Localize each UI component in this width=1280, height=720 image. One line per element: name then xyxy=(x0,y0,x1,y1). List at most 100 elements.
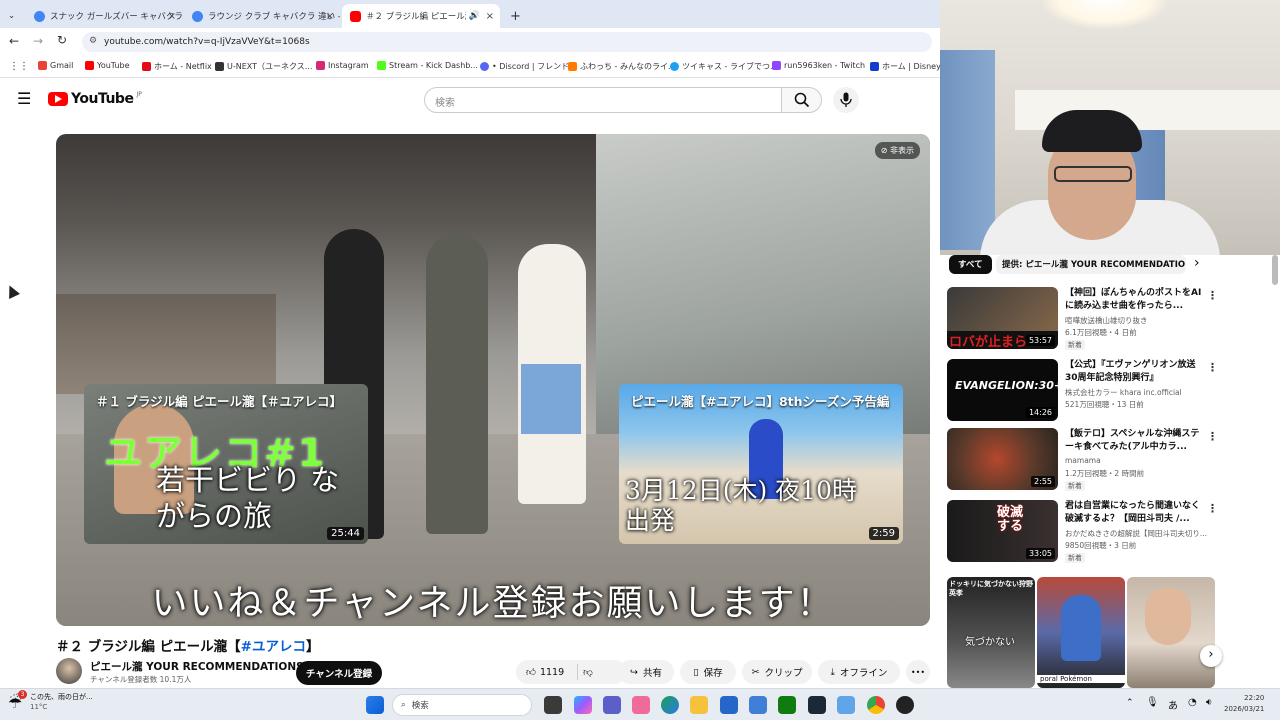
video-thumbnail: 破滅する 33:05 xyxy=(947,500,1058,562)
site-info-icon[interactable]: ⚙ xyxy=(89,36,97,46)
forward-icon[interactable]: → xyxy=(33,34,43,48)
app-icon[interactable] xyxy=(632,696,650,714)
system-clock[interactable]: 22:20 2026/03/21 xyxy=(1224,693,1264,715)
close-tab-icon[interactable]: × xyxy=(486,11,494,22)
teams-icon[interactable] xyxy=(603,696,621,714)
title-text-end: 】 xyxy=(305,639,320,655)
microphone-icon[interactable]: 🎙︎ xyxy=(1146,697,1159,708)
close-tab-icon[interactable]: × xyxy=(326,11,334,22)
more-options-icon[interactable]: ⋮ xyxy=(1207,502,1218,515)
short-person xyxy=(1145,587,1191,645)
task-view-icon[interactable] xyxy=(544,696,562,714)
bookmarks-bar: ⋮⋮ Gmail YouTube ホーム - Netflix U-NEXT（ユー… xyxy=(0,56,948,78)
outlook-icon[interactable] xyxy=(749,696,767,714)
bookmark-netflix[interactable]: ホーム - Netflix xyxy=(142,61,212,72)
file-explorer-icon[interactable] xyxy=(690,696,708,714)
share-label: 共有 xyxy=(642,668,662,679)
shelf-left xyxy=(56,294,276,394)
search-input[interactable]: 検索 xyxy=(424,87,782,113)
recommended-video[interactable]: ロバが止まら 53:57 【神回】ぽんちゃんのポストをAIに読み込ませ曲を作った… xyxy=(947,287,1247,351)
more-actions-button[interactable]: ••• xyxy=(906,660,930,684)
chevron-up-icon[interactable]: ⌃ xyxy=(1126,698,1134,708)
youtube-logo[interactable]: YouTube JP xyxy=(48,91,142,107)
xbox-icon[interactable] xyxy=(778,696,796,714)
taskbar-search[interactable]: ⌕ 検索 xyxy=(392,694,532,716)
video-channel: 株式会社カラー khara inc.official xyxy=(1065,388,1182,397)
clip-button[interactable]: ✂ クリップ xyxy=(742,660,812,684)
search-placeholder: 検索 xyxy=(435,98,455,109)
windows-start-icon[interactable] xyxy=(366,696,384,714)
youtube-icon xyxy=(85,61,94,70)
hide-endscreen-button[interactable]: ⊘ 非表示 xyxy=(874,142,920,159)
bookmark-twitcasting[interactable]: ツイキャス - ライブでつ... xyxy=(670,61,778,72)
search-button[interactable] xyxy=(781,87,822,113)
tab-lounge[interactable]: ラウンジ クラブ キャバクラ 違い - Go × xyxy=(184,4,340,28)
share-button[interactable]: ↪ 共有 xyxy=(618,660,674,684)
like-button[interactable]: 👍︎ 1119 xyxy=(526,666,564,679)
endcard-previous-video[interactable]: ユアレコ#1 若干ビビり ながらの旅 ＃１ ブラジル編 ピエール瀧【＃ユアレコ】… xyxy=(84,384,368,544)
scrollbar-thumb[interactable] xyxy=(1272,255,1278,285)
more-options-icon[interactable]: ⋮ xyxy=(1207,289,1218,302)
volume-icon[interactable]: 🔉︎ xyxy=(1206,697,1212,708)
new-tab-button[interactable]: + xyxy=(502,4,522,28)
speaker-icon[interactable]: 🔊 xyxy=(469,11,480,21)
menu-icon[interactable]: ☰ xyxy=(17,89,31,108)
steam-icon[interactable] xyxy=(808,696,826,714)
bookmark-gmail[interactable]: Gmail xyxy=(38,61,73,70)
bookmark-youtube[interactable]: YouTube xyxy=(85,61,130,70)
shorts-next-button[interactable]: › xyxy=(1200,645,1222,667)
bookmark-label: ツイキャス - ライブでつ... xyxy=(682,62,778,71)
short-video[interactable]: ドッキリに気づかない狩野英孝 気づかない xyxy=(947,577,1035,688)
streamer-glasses xyxy=(1054,166,1132,182)
subscribe-button[interactable]: チャンネル登録 xyxy=(296,661,382,685)
clock-time: 22:20 xyxy=(1244,694,1265,702)
clip-label: クリップ xyxy=(764,668,803,679)
chip-channel[interactable]: 提供: ピエール瀧 YOUR RECOMMENDATIO xyxy=(996,255,1186,274)
bookmark-discord[interactable]: • Discord | フレンド xyxy=(480,61,569,72)
chrome-icon[interactable] xyxy=(867,696,885,714)
apps-icon[interactable]: ⋮⋮ xyxy=(9,61,29,72)
channel-avatar[interactable] xyxy=(56,658,82,684)
bookmark-disney[interactable]: ホーム | Disney+ xyxy=(870,61,948,72)
short-video[interactable] xyxy=(1127,577,1215,688)
recommended-video[interactable]: EVANGELION:30+ 14:26 【公式】『エヴァンゲリオン放送30周年… xyxy=(947,359,1247,423)
voice-search-button[interactable] xyxy=(833,87,859,113)
ime-indicator[interactable]: あ xyxy=(1168,697,1178,712)
bookmark-kick[interactable]: Stream - Kick Dashb... xyxy=(377,61,478,70)
chip-all[interactable]: すべて xyxy=(949,255,992,274)
endcard-trailer-video[interactable]: 3月12日(木) 夜10時出発 ピエール瀧【#ユアレコ】8thシーズン予告編 2… xyxy=(619,384,903,544)
store-icon[interactable] xyxy=(720,696,738,714)
edge-icon[interactable] xyxy=(661,696,679,714)
more-options-icon[interactable]: ⋮ xyxy=(1207,430,1218,443)
channel-name[interactable]: ピエール瀧 YOUR RECOMMENDATIONS xyxy=(90,659,304,674)
network-icon[interactable]: ◔ xyxy=(1188,697,1197,708)
recommended-video[interactable]: 2:55 【飯テロ】スペシャルな沖縄ステーキ食べてみた(アル中カラ... mam… xyxy=(947,428,1247,492)
app-icon[interactable] xyxy=(837,696,855,714)
windows-taskbar: ☔ 3 この先、雨の日が... 11°C ⌕ 検索 ⌃ 🎙︎ あ ◔ 🔉︎ 22:2… xyxy=(0,688,1280,720)
dislike-button[interactable]: 👎︎ xyxy=(583,666,593,678)
short-video[interactable]: poral Pokémon xyxy=(1037,577,1125,688)
bookmark-fuwacchi[interactable]: ふわっち - みんなのライ... xyxy=(568,61,676,72)
back-icon[interactable]: ← xyxy=(9,34,19,48)
address-bar[interactable]: ⚙ youtube.com/watch?v=q-IjVzaVVeY&t=1068… xyxy=(82,32,932,52)
reload-icon[interactable]: ↻ xyxy=(57,33,67,47)
obs-icon[interactable] xyxy=(896,696,914,714)
bookmark-unext[interactable]: U-NEXT（ユーネクス... xyxy=(215,61,312,72)
bookmark-instagram[interactable]: Instagram xyxy=(316,61,369,70)
tab-snack[interactable]: スナック ガールズバー キャバクラ 違い × xyxy=(26,4,182,28)
weather-widget[interactable]: ☔ 3 この先、雨の日が... 11°C xyxy=(8,690,93,712)
bookmark-twitch[interactable]: run5963ken - Twitch xyxy=(772,61,865,70)
copilot-icon[interactable] xyxy=(574,696,592,714)
person-2 xyxy=(426,234,488,534)
download-button[interactable]: ⤓ オフライン xyxy=(818,660,900,684)
close-tab-icon[interactable]: × xyxy=(168,11,176,22)
video-player[interactable]: ⊘ 非表示 ユアレコ#1 若干ビビり ながらの旅 ＃１ ブラジル編 ピエール瀧【… xyxy=(56,134,930,626)
more-options-icon[interactable]: ⋮ xyxy=(1207,361,1218,374)
chevron-right-icon[interactable]: › xyxy=(1194,255,1200,271)
hashtag-link[interactable]: #ユアレコ xyxy=(241,639,306,655)
tab-youtube-active[interactable]: ＃２ ブラジル編 ピエール瀧【＃ 🔊 × xyxy=(342,4,500,28)
tab-search-dropdown[interactable]: ⌄ xyxy=(0,4,26,28)
save-button[interactable]: ▯ 保存 xyxy=(680,660,736,684)
recommended-video[interactable]: 破滅する 33:05 君は自営業になったら間違いなく破滅するよ？【岡田斗司夫 /… xyxy=(947,500,1247,564)
eye-off-icon: ⊘ xyxy=(880,146,890,155)
